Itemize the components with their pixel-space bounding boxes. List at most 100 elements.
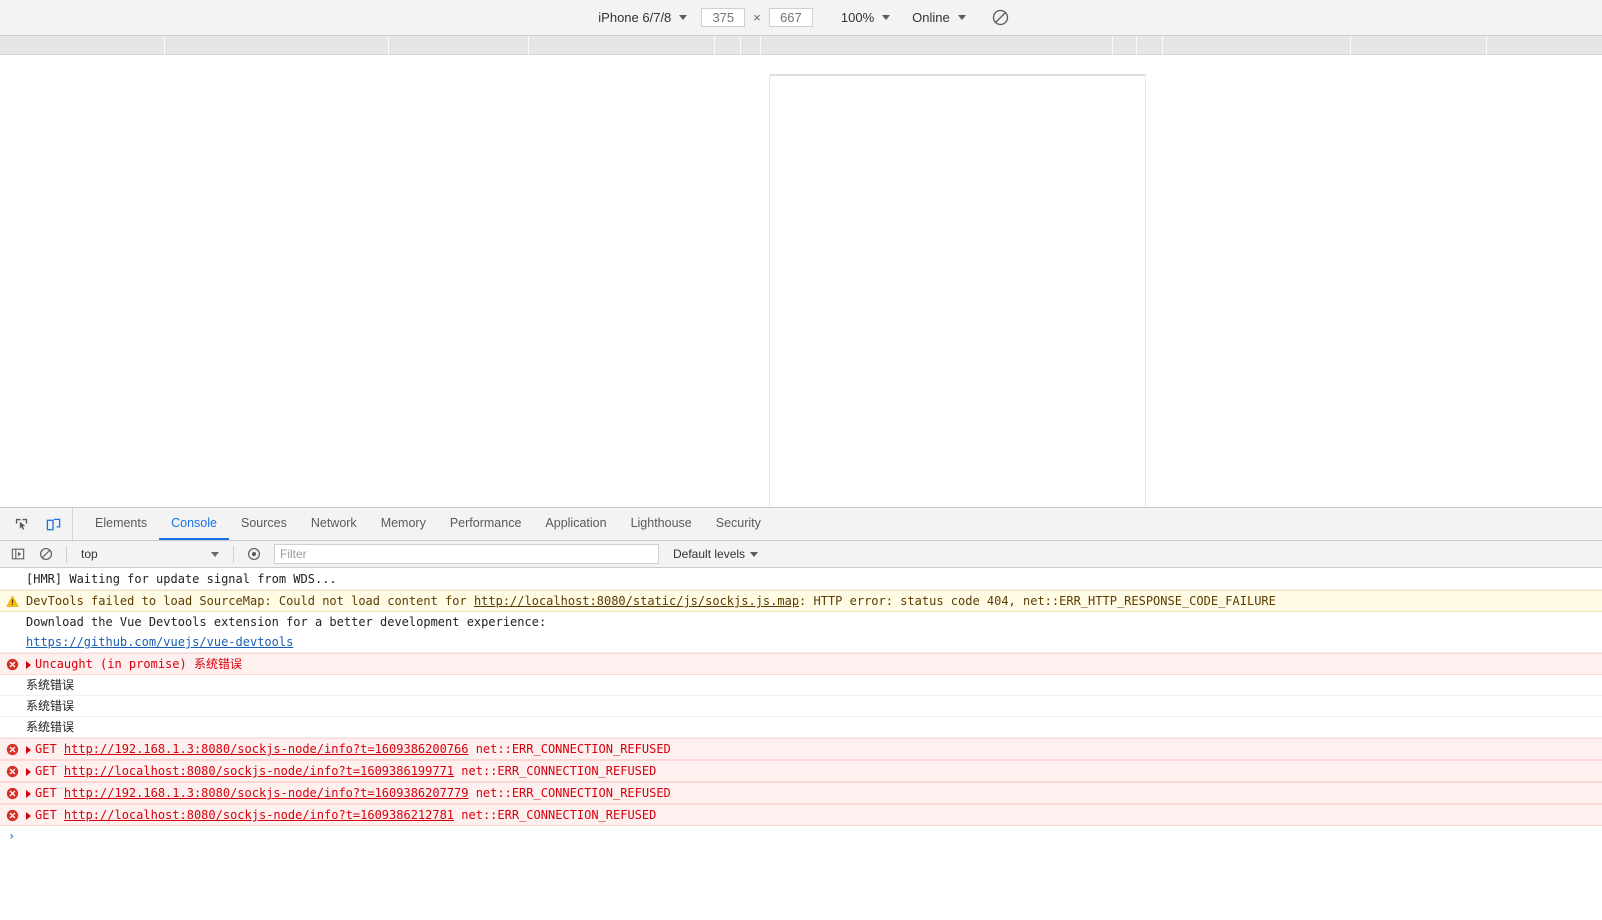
console-levels-label: Default levels (673, 547, 746, 561)
network-throttle-select[interactable]: Online (906, 8, 972, 27)
prompt-caret-icon: › (8, 829, 16, 843)
toolbar-divider (66, 545, 67, 563)
clear-console-icon[interactable] (34, 543, 58, 565)
tab-label: Security (715, 516, 761, 530)
ruler-tick (1136, 36, 1137, 55)
console-message-error[interactable]: GET http://localhost:8080/sockjs-node/in… (0, 760, 1602, 782)
console-message-text: GET (35, 764, 64, 778)
console-message-text: GET (35, 808, 64, 822)
console-message-plain[interactable]: Download the Vue Devtools extension for … (0, 612, 1602, 632)
console-message-text: GET (35, 742, 64, 756)
tab-memory[interactable]: Memory (369, 508, 438, 540)
ruler-tick (740, 36, 741, 55)
ruler-tick (1162, 36, 1163, 55)
error-icon (6, 742, 20, 756)
device-toolbar-icon[interactable] (40, 512, 66, 536)
console-message-text: : HTTP error: status code 404, net::ERR_… (799, 594, 1276, 608)
device-ruler-strip (0, 36, 1602, 55)
device-emulation-toolbar: iPhone 6/7/8 × 100% Online (0, 0, 1602, 36)
execution-context-select[interactable]: top (75, 544, 225, 565)
tab-label: Memory (380, 516, 426, 530)
device-toolbar-controls: iPhone 6/7/8 × 100% Online (592, 0, 1009, 35)
expand-arrow-icon[interactable] (26, 767, 31, 776)
device-width-input[interactable] (701, 8, 746, 27)
console-message-text: 系统错误 (26, 678, 75, 692)
tab-performance[interactable]: Performance (438, 508, 534, 540)
execution-context-label: top (81, 547, 98, 561)
ruler-tick (528, 36, 529, 55)
expand-arrow-icon[interactable] (26, 811, 31, 820)
tab-label: Lighthouse (630, 516, 692, 530)
console-message-text: 系统错误 (26, 699, 75, 713)
tab-security[interactable]: Security (704, 508, 773, 540)
error-icon (6, 764, 20, 778)
tab-application[interactable]: Application (533, 508, 618, 540)
console-message-error[interactable]: GET http://192.168.1.3:8080/sockjs-node/… (0, 782, 1602, 804)
expand-arrow-icon[interactable] (26, 789, 31, 798)
console-message-plain[interactable]: 系统错误 (0, 675, 1602, 696)
zoom-select[interactable]: 100% (835, 8, 896, 27)
console-link[interactable]: http://192.168.1.3:8080/sockjs-node/info… (64, 786, 469, 800)
tab-label: Application (545, 516, 607, 530)
emulated-page-area (0, 55, 1602, 516)
ruler-tick (760, 36, 761, 55)
console-link[interactable]: http://localhost:8080/static/js/sockjs.j… (474, 594, 799, 608)
ruler-tick (1350, 36, 1351, 55)
tab-label: Console (171, 516, 217, 530)
console-prompt[interactable]: › (0, 826, 1602, 846)
console-toolbar: top Default levels (0, 541, 1602, 568)
console-levels-select[interactable]: Default levels (673, 547, 759, 561)
chevron-down-icon (679, 15, 688, 20)
console-link[interactable]: http://localhost:8080/sockjs-node/info?t… (64, 808, 454, 822)
ruler-tick (164, 36, 165, 55)
console-message-plain[interactable]: https://github.com/vuejs/vue-devtools (0, 632, 1602, 653)
zoom-select-label: 100% (840, 10, 875, 25)
console-message-error[interactable]: GET http://192.168.1.3:8080/sockjs-node/… (0, 738, 1602, 760)
ruler-tick (1486, 36, 1487, 55)
console-message-plain[interactable]: 系统错误 (0, 717, 1602, 738)
console-message-text: DevTools failed to load SourceMap: Could… (26, 594, 474, 608)
console-message-error[interactable]: Uncaught (in promise) 系统错误 (0, 653, 1602, 675)
devtools-tabbar: Elements Console Sources Network Memory Perfo… (0, 508, 1602, 541)
console-message-text: net::ERR_CONNECTION_REFUSED (468, 786, 671, 800)
console-message-text: GET (35, 786, 64, 800)
device-viewport[interactable] (770, 75, 1145, 516)
device-height-input[interactable] (768, 8, 813, 27)
tab-label: Performance (449, 516, 522, 530)
error-icon (6, 786, 20, 800)
console-message-plain[interactable]: [HMR] Waiting for update signal from WDS… (0, 569, 1602, 590)
tab-console[interactable]: Console (159, 508, 229, 540)
console-filter-input[interactable] (274, 544, 659, 564)
console-message-list[interactable]: [HMR] Waiting for update signal from WDS… (0, 569, 1602, 920)
console-message-warning[interactable]: DevTools failed to load SourceMap: Could… (0, 590, 1602, 612)
tab-label: Sources (240, 516, 287, 530)
expand-arrow-icon[interactable] (26, 745, 31, 754)
chevron-down-icon (882, 15, 891, 20)
device-select[interactable]: iPhone 6/7/8 (592, 8, 693, 27)
tab-sources[interactable]: Sources (229, 508, 299, 540)
error-icon (6, 808, 20, 822)
console-message-text: Uncaught (in promise) (35, 657, 194, 671)
console-sidebar-icon[interactable] (6, 543, 30, 565)
console-message-text: 系统错误 (26, 720, 75, 734)
devtools-panel: Elements Console Sources Network Memory Perfo… (0, 507, 1602, 920)
console-message-error[interactable]: GET http://localhost:8080/sockjs-node/in… (0, 804, 1602, 826)
tab-elements[interactable]: Elements (83, 508, 159, 540)
console-link[interactable]: http://localhost:8080/sockjs-node/info?t… (64, 764, 454, 778)
no-throttling-icon[interactable] (992, 9, 1010, 27)
devtools-tabs: Elements Console Sources Network Memory Perfo… (73, 508, 773, 540)
tab-lighthouse[interactable]: Lighthouse (619, 508, 704, 540)
console-message-plain[interactable]: 系统错误 (0, 696, 1602, 717)
warning-icon (6, 594, 20, 608)
live-expression-icon[interactable] (242, 543, 266, 565)
console-message-text: [HMR] Waiting for update signal from WDS… (26, 572, 337, 586)
ruler-tick (388, 36, 389, 55)
expand-arrow-icon[interactable] (26, 660, 31, 669)
network-throttle-label: Online (912, 10, 950, 25)
console-link[interactable]: http://192.168.1.3:8080/sockjs-node/info… (64, 742, 469, 756)
ruler-tick (1112, 36, 1113, 55)
console-link[interactable]: https://github.com/vuejs/vue-devtools (26, 635, 293, 649)
chevron-down-icon (211, 551, 219, 557)
inspect-element-icon[interactable] (8, 512, 34, 536)
tab-network[interactable]: Network (299, 508, 369, 540)
